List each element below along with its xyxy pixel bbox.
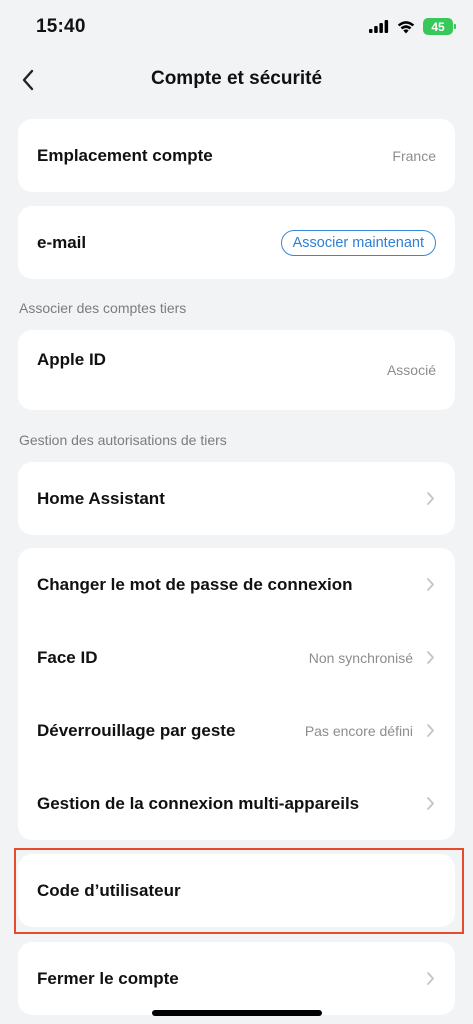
home-indicator: [152, 1010, 322, 1016]
account-location-row[interactable]: Emplacement compte France: [18, 119, 455, 192]
chevron-right-icon: [423, 795, 437, 813]
email-card: e-mail Associer maintenant: [18, 206, 455, 279]
change-password-label: Changer le mot de passe de connexion: [37, 574, 353, 594]
associate-email-button[interactable]: Associer maintenant: [280, 229, 436, 256]
apple-id-label: Apple ID: [37, 350, 106, 369]
status-time: 15:40: [36, 16, 86, 37]
account-location-value: France: [392, 147, 436, 164]
apple-id-card: Apple ID Associé: [18, 330, 455, 410]
close-account-card: Fermer le compte: [18, 942, 455, 1015]
chevron-right-icon: [423, 722, 437, 740]
home-assistant-label: Home Assistant: [37, 488, 165, 508]
close-account-row[interactable]: Fermer le compte: [18, 942, 455, 1015]
chevron-right-icon: [423, 490, 437, 508]
security-card: Changer le mot de passe de connexion Fac…: [18, 548, 455, 840]
account-location-card: Emplacement compte France: [18, 119, 455, 192]
face-id-label: Face ID: [37, 647, 98, 667]
face-id-status: Non synchronisé: [308, 649, 413, 666]
chevron-right-icon: [423, 970, 437, 988]
section-label-third-party-permissions: Gestion des autorisations de tiers: [19, 432, 227, 448]
multi-device-login-row[interactable]: Gestion de la connexion multi-appareils: [18, 767, 455, 840]
email-row: e-mail Associer maintenant: [18, 206, 455, 279]
user-code-card: Code d’utilisateur: [18, 854, 455, 927]
page-title: Compte et sécurité: [150, 68, 323, 89]
chevron-right-icon: [423, 649, 437, 667]
home-assistant-card: Home Assistant: [18, 462, 455, 535]
gesture-unlock-row[interactable]: Déverrouillage par geste Pas encore défi…: [18, 694, 455, 767]
gesture-unlock-label: Déverrouillage par geste: [37, 720, 236, 740]
wifi-icon: [397, 20, 415, 33]
status-icons: 45: [369, 18, 456, 35]
close-account-label: Fermer le compte: [37, 968, 179, 988]
apple-id-row[interactable]: Apple ID Associé: [18, 330, 455, 410]
apple-id-status: Associé: [386, 362, 436, 378]
user-code-label: Code d’utilisateur: [37, 880, 181, 900]
multi-device-login-label: Gestion de la connexion multi-appareils: [37, 793, 360, 813]
gesture-unlock-status: Pas encore défini: [304, 722, 413, 739]
face-id-row[interactable]: Face ID Non synchronisé: [18, 621, 455, 694]
cellular-signal-icon: [369, 20, 389, 33]
status-bar: 15:40 45: [0, 0, 473, 56]
navigation-bar: Compte et sécurité: [0, 56, 473, 104]
account-location-label: Emplacement compte: [37, 145, 213, 165]
user-code-row[interactable]: Code d’utilisateur: [18, 854, 455, 927]
home-assistant-row[interactable]: Home Assistant: [18, 462, 455, 535]
battery-level: 45: [431, 19, 445, 34]
change-password-row[interactable]: Changer le mot de passe de connexion: [18, 548, 455, 621]
battery-icon: 45: [423, 18, 456, 35]
chevron-right-icon: [423, 576, 437, 594]
section-label-third-party-accounts: Associer des comptes tiers: [19, 300, 187, 316]
email-label: e-mail: [37, 232, 87, 252]
